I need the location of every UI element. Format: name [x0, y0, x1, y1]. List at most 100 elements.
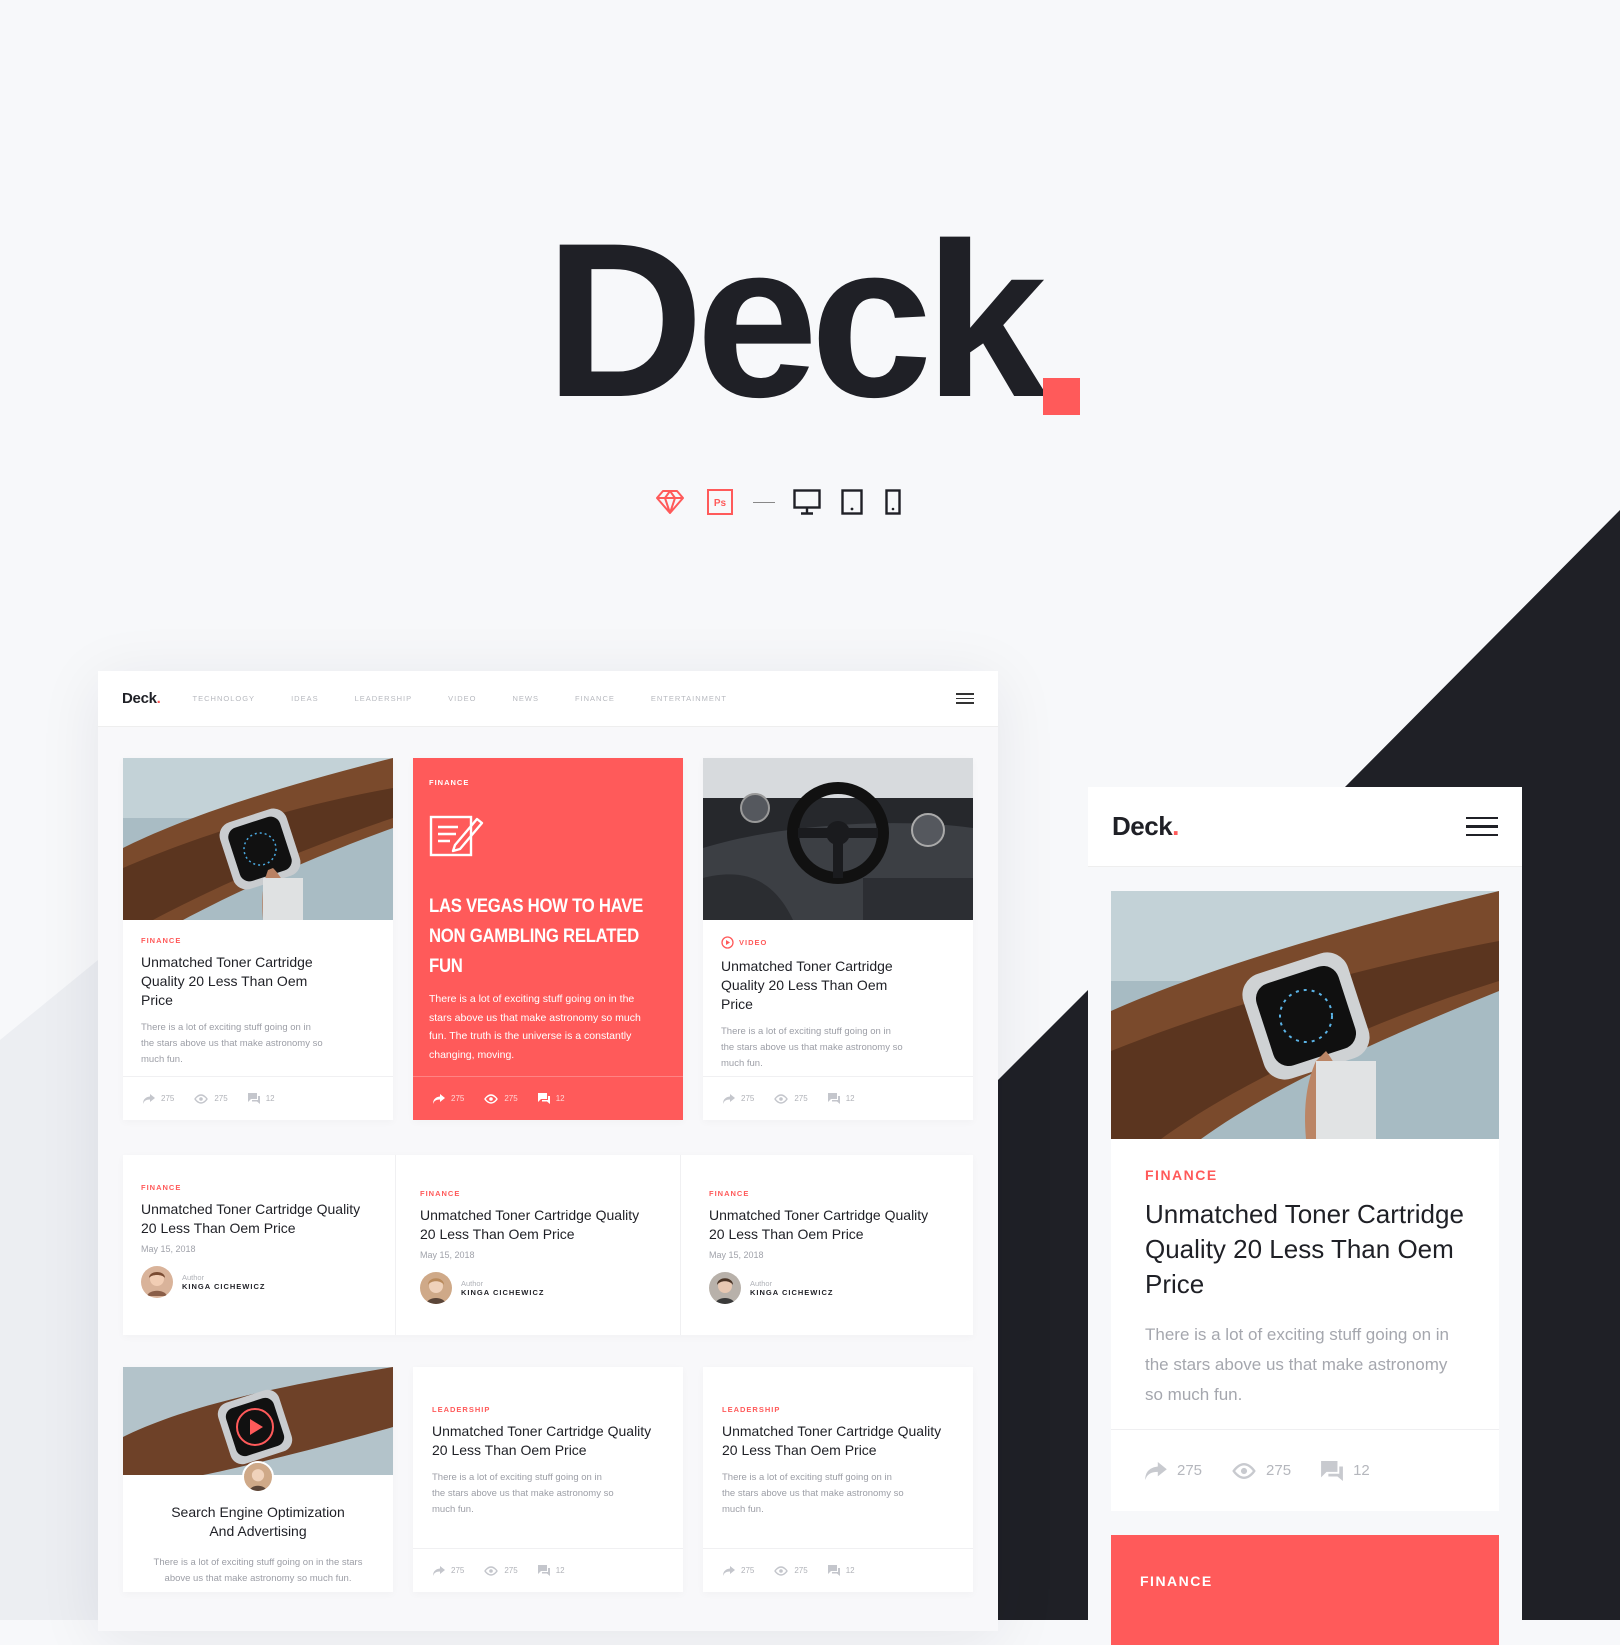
comments-stat[interactable]: 12 [247, 1093, 275, 1104]
share-stat[interactable]: 275 [433, 1565, 465, 1576]
menu-icon[interactable] [956, 690, 974, 707]
avatar [709, 1272, 741, 1304]
comments-stat[interactable]: 12 [537, 1565, 565, 1576]
card-category[interactable]: FINANCE [141, 1183, 377, 1192]
photoshop-icon: Ps [707, 489, 733, 515]
card-category[interactable]: LEADERSHIP [432, 1405, 664, 1414]
share-stat[interactable]: 275 [723, 1565, 755, 1576]
share-count: 275 [741, 1566, 755, 1575]
watch-photo [1111, 891, 1499, 1139]
share-count: 275 [451, 1566, 465, 1575]
share-stat[interactable]: 275 [433, 1093, 465, 1104]
comments-stat[interactable]: 12 [827, 1565, 855, 1576]
card-title[interactable]: Unmatched Toner Cartridge Quality 20 Les… [420, 1206, 650, 1244]
share-count: 275 [161, 1094, 175, 1103]
share-stat[interactable]: 275 [723, 1093, 754, 1104]
card-stats: 275 275 12 [1111, 1429, 1499, 1511]
author-name: KINGA CICHEWICZ [182, 1282, 266, 1291]
featured-article-card[interactable]: FINANCE LAS VEGAS HOW TO HAVE NON GAMBLI… [413, 758, 683, 1120]
comments-stat[interactable]: 12 [1321, 1460, 1370, 1481]
views-stat: 275 [194, 1093, 228, 1104]
article-card[interactable]: FINANCE Unmatched Toner Cartridge Qualit… [123, 758, 393, 1120]
author-name: KINGA CICHEWICZ [750, 1288, 834, 1297]
eye-icon [774, 1565, 789, 1576]
hero-logo: Deck [545, 210, 1047, 430]
views-count: 275 [794, 1566, 808, 1575]
author[interactable]: Author KINGA CICHEWICZ [141, 1266, 377, 1298]
avatar[interactable] [242, 1461, 274, 1493]
author[interactable]: Author KINGA CICHEWICZ [709, 1272, 945, 1304]
featured-title[interactable]: LAS VEGAS HOW TO HAVE NON GAMBLING RELAT… [429, 892, 667, 982]
watch-video-photo [123, 1367, 393, 1475]
share-stat[interactable]: 275 [143, 1093, 175, 1104]
desktop-logo-text: Deck [122, 690, 157, 707]
card-category[interactable]: FINANCE [141, 936, 375, 945]
author-name: KINGA CICHEWICZ [461, 1288, 545, 1297]
nav-technology[interactable]: TECHNOLOGY [193, 694, 256, 703]
views-stat: 275 [1232, 1462, 1291, 1480]
card-excerpt: There is a lot of exciting stuff going o… [1145, 1325, 1449, 1404]
card-title[interactable]: Unmatched Toner Cartridge Quality 20 Les… [141, 953, 331, 1010]
share-icon [723, 1565, 735, 1576]
card-stats: 275 275 12 [703, 1548, 973, 1592]
comment-icon [537, 1565, 550, 1576]
card-stats: 275 275 12 [413, 1076, 683, 1120]
comments-stat[interactable]: 12 [537, 1093, 565, 1104]
desktop-logo[interactable]: Deck. [122, 690, 161, 707]
video-card[interactable]: Search Engine Optimization And Advertisi… [123, 1367, 393, 1592]
card-title[interactable]: Unmatched Toner Cartridge Quality 20 Les… [721, 957, 911, 1014]
note-pencil-icon [429, 815, 484, 857]
card-date: May 15, 2018 [141, 1244, 196, 1254]
card-title[interactable]: Unmatched Toner Cartridge Quality 20 Les… [432, 1422, 662, 1460]
card-title[interactable]: Unmatched Toner Cartridge Quality 20 Les… [722, 1422, 952, 1460]
card-excerpt: There is a lot of exciting stuff going o… [141, 1022, 323, 1065]
avatar [141, 1266, 173, 1298]
comment-icon [247, 1093, 260, 1104]
mobile-featured-card[interactable]: FINANCE [1111, 1535, 1499, 1645]
card-category[interactable]: FINANCE [709, 1189, 945, 1198]
author[interactable]: Author KINGA CICHEWICZ [420, 1272, 656, 1304]
tool-separator [753, 501, 775, 503]
author-card[interactable]: FINANCE Unmatched Toner Cartridge Qualit… [681, 1155, 973, 1335]
article-card[interactable]: VIDEO Unmatched Toner Cartridge Quality … [703, 758, 973, 1120]
nav-finance[interactable]: FINANCE [575, 694, 615, 703]
card-category[interactable]: FINANCE [429, 778, 667, 787]
share-stat[interactable]: 275 [1145, 1461, 1202, 1480]
card-category[interactable]: FINANCE [1111, 1535, 1499, 1589]
comments-count: 12 [1353, 1462, 1370, 1479]
desktop-mockup: Deck. TECHNOLOGY IDEAS LEADERSHIP VIDEO … [98, 671, 998, 1631]
share-count: 275 [451, 1094, 465, 1103]
card-title[interactable]: Unmatched Toner Cartridge Quality 20 Les… [141, 1200, 371, 1238]
card-stats: 275 275 12 [703, 1076, 973, 1120]
mobile-article-card[interactable]: FINANCE Unmatched Toner Cartridge Qualit… [1111, 891, 1499, 1511]
card-excerpt: There is a lot of exciting stuff going o… [721, 1026, 903, 1069]
card-category[interactable]: VIDEO [721, 936, 955, 949]
card-title[interactable]: Unmatched Toner Cartridge Quality 20 Les… [709, 1206, 939, 1244]
nav-ideas[interactable]: IDEAS [291, 694, 319, 703]
comment-icon [827, 1093, 840, 1104]
author-card[interactable]: FINANCE Unmatched Toner Cartridge Qualit… [123, 1155, 396, 1335]
article-card[interactable]: LEADERSHIP Unmatched Toner Cartridge Qua… [413, 1367, 683, 1592]
card-category[interactable]: LEADERSHIP [722, 1405, 954, 1414]
author-card[interactable]: FINANCE Unmatched Toner Cartridge Qualit… [396, 1155, 681, 1335]
nav-entertainment[interactable]: ENTERTAINMENT [651, 694, 727, 703]
mobile-navbar: Deck. [1088, 787, 1522, 867]
desktop-icon [793, 489, 821, 515]
card-title[interactable]: Unmatched Toner Cartridge Quality 20 Les… [1145, 1197, 1465, 1302]
card-title[interactable]: Search Engine Optimization And Advertisi… [163, 1503, 353, 1541]
article-card[interactable]: LEADERSHIP Unmatched Toner Cartridge Qua… [703, 1367, 973, 1592]
mobile-logo[interactable]: Deck. [1112, 811, 1179, 842]
sketch-icon [655, 489, 685, 515]
author-label: Author [461, 1279, 484, 1288]
comments-stat[interactable]: 12 [827, 1093, 855, 1104]
nav-leadership[interactable]: LEADERSHIP [355, 694, 413, 703]
card-category[interactable]: FINANCE [1145, 1167, 1465, 1183]
share-icon [433, 1565, 445, 1576]
share-icon [723, 1093, 735, 1104]
menu-icon[interactable] [1466, 811, 1498, 842]
phone-icon [885, 489, 901, 515]
nav-video[interactable]: VIDEO [448, 694, 476, 703]
nav-news[interactable]: NEWS [512, 694, 539, 703]
card-category[interactable]: FINANCE [420, 1189, 656, 1198]
watch-photo [123, 758, 393, 920]
